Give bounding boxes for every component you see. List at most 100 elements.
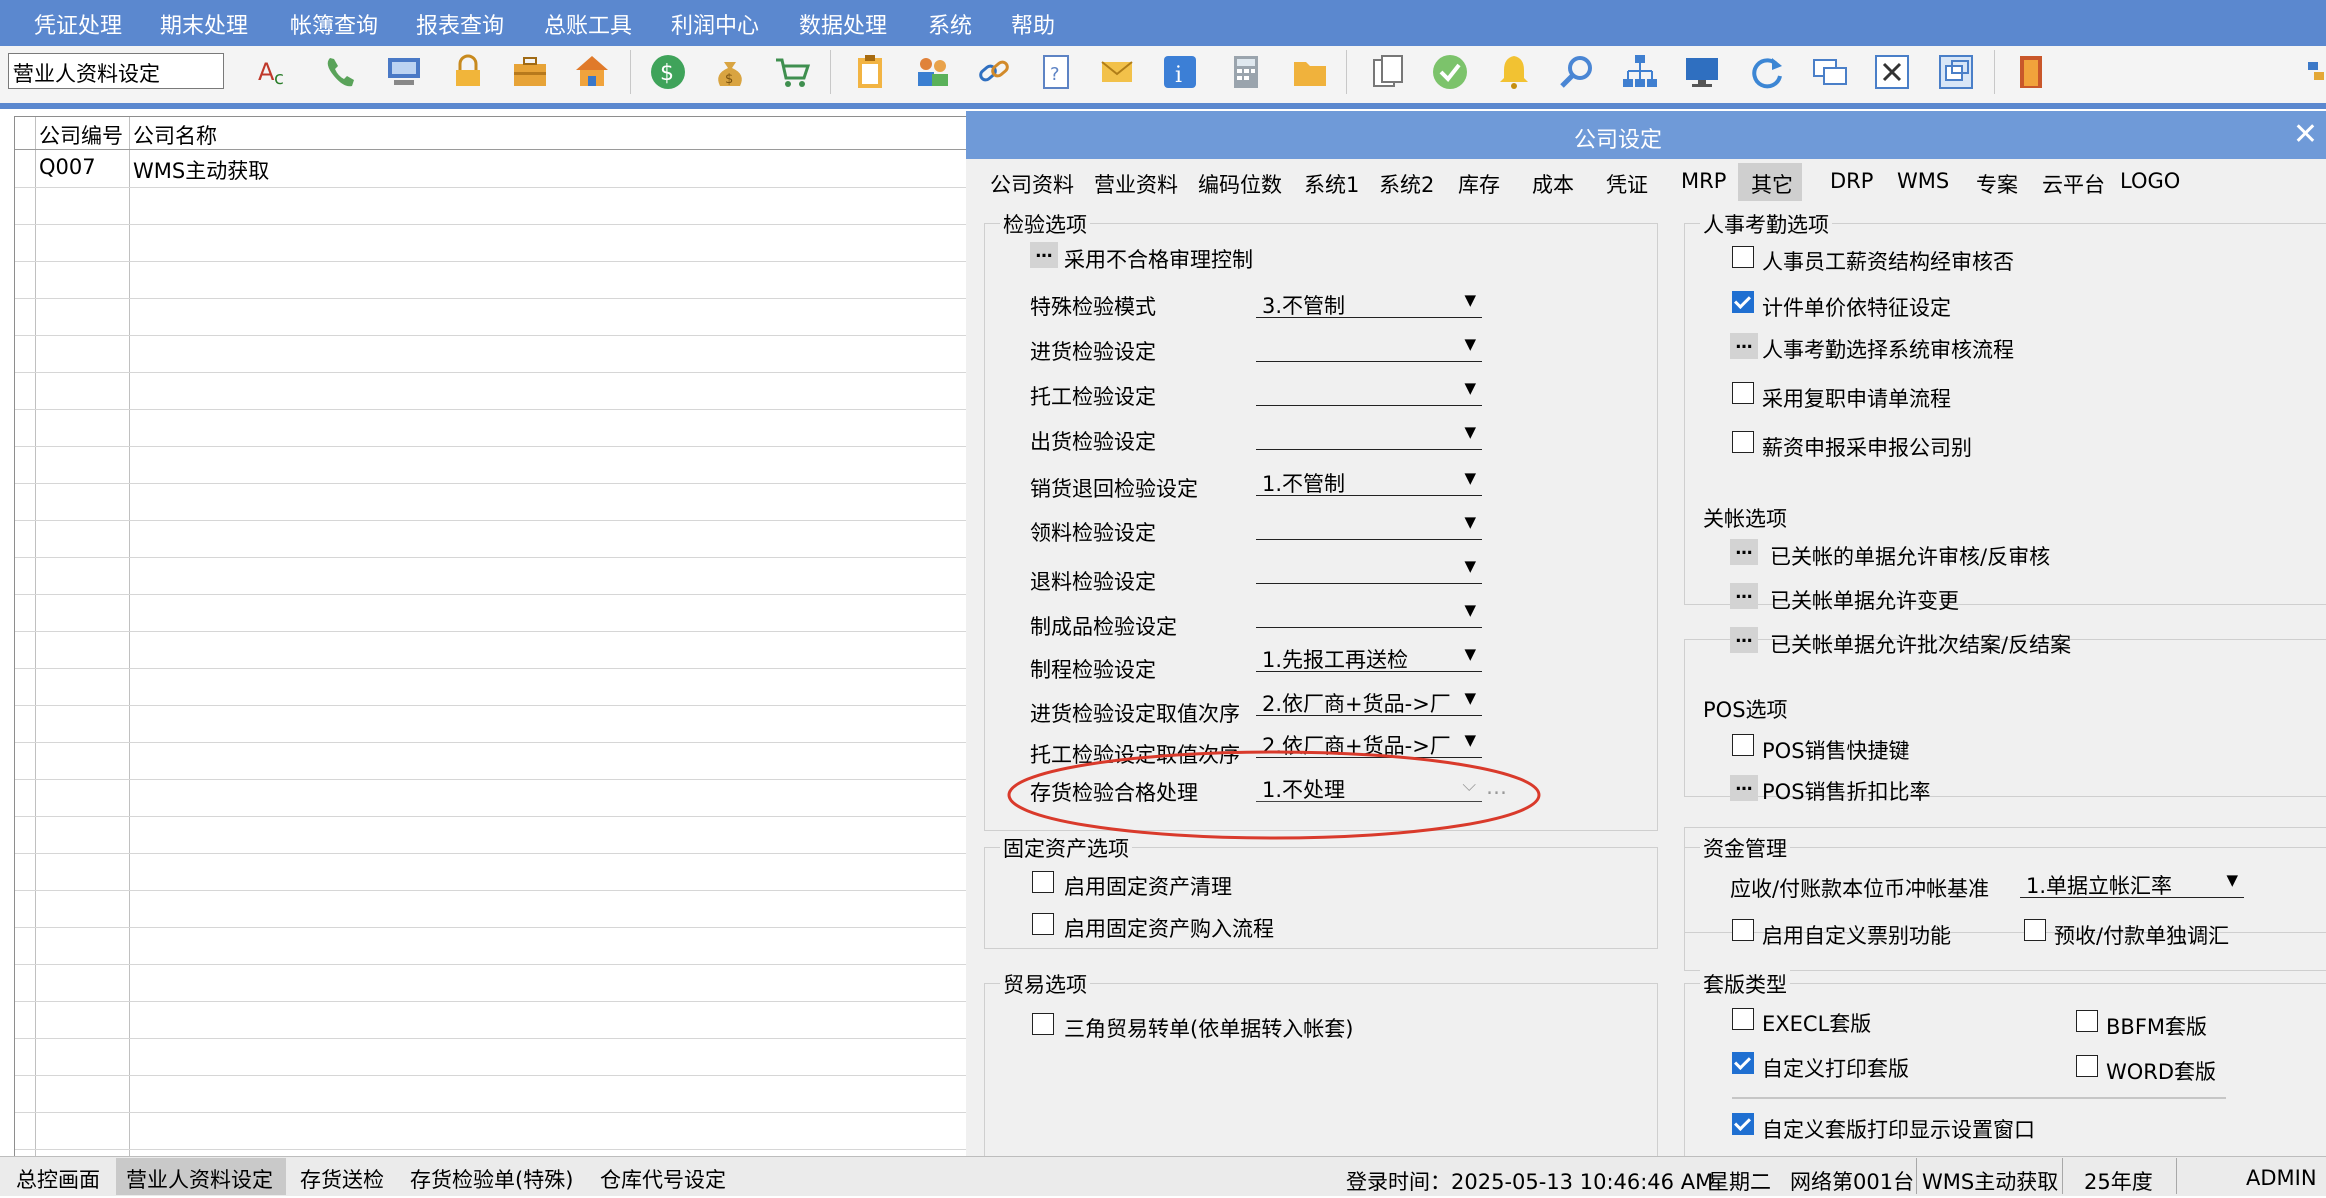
menu-profit-center[interactable]: 利润中心 [671, 8, 759, 40]
menu-help[interactable]: 帮助 [1011, 8, 1055, 40]
material-return-inspection-select[interactable]: ▼ [1256, 555, 1482, 584]
module-combo[interactable]: 营业人资料设定 ⌵ [8, 53, 224, 89]
more-button[interactable]: … [1730, 539, 1758, 565]
home-icon[interactable] [572, 52, 612, 92]
more-button[interactable]: … [1730, 333, 1758, 359]
monitor-icon[interactable] [1682, 52, 1722, 92]
phone-icon[interactable] [322, 52, 362, 92]
triangle-trade-checkbox[interactable] [1032, 1013, 1054, 1035]
word-template-checkbox[interactable] [2076, 1055, 2098, 1077]
help-doc-icon[interactable]: ? [1036, 52, 1076, 92]
close-icon[interactable]: ✕ [2293, 117, 2318, 152]
tab-drp[interactable]: DRP [1830, 169, 1873, 193]
tab-code-digits[interactable]: 编码位数 [1198, 169, 1282, 199]
spell-check-icon[interactable]: Ac [256, 52, 296, 92]
tab-system2[interactable]: 系统2 [1379, 169, 1434, 199]
offset-basis-select[interactable]: 1.单据立帐汇率 ▼ [2020, 869, 2244, 898]
pos-shortcut-checkbox[interactable] [1732, 734, 1754, 756]
grid-header-company-code[interactable]: 公司编号 [39, 120, 123, 150]
execl-template-checkbox[interactable] [1732, 1008, 1754, 1030]
status-tab-business-setup[interactable]: 营业人资料设定 [126, 1160, 273, 1198]
tab-other[interactable]: 其它 [1751, 169, 1793, 199]
check-circle-icon[interactable] [1430, 52, 1470, 92]
custom-print-dialog-checkbox[interactable] [1732, 1113, 1754, 1135]
process-inspection-select[interactable]: 1.先报工再送检 ▼ [1256, 643, 1482, 672]
tab-system1[interactable]: 系统1 [1304, 169, 1359, 199]
shipping-inspection-select[interactable]: ▼ [1256, 421, 1482, 450]
cart-icon[interactable] [772, 52, 812, 92]
bbfm-template-checkbox[interactable] [2076, 1010, 2098, 1032]
clipboard-icon[interactable] [850, 52, 890, 92]
finished-goods-inspection-select[interactable]: ▼ [1256, 599, 1482, 628]
tab-wms[interactable]: WMS [1897, 169, 1949, 193]
folder-icon[interactable] [1290, 52, 1330, 92]
tab-project[interactable]: 专案 [1976, 169, 2018, 199]
dialog-title-bar[interactable]: 公司设定 ✕ [966, 111, 2326, 159]
exit-door-icon[interactable] [2012, 52, 2052, 92]
row-company-code[interactable]: Q007 [39, 155, 96, 179]
outsource-inspection-select[interactable]: ▼ [1256, 377, 1482, 406]
menu-ledger[interactable]: 帐簿查询 [290, 8, 378, 40]
mail-icon[interactable] [1098, 52, 1138, 92]
salary-structure-review-checkbox[interactable] [1732, 246, 1754, 268]
link-icon[interactable] [974, 52, 1014, 92]
fixed-asset-purchase-checkbox[interactable] [1032, 913, 1054, 935]
chevron-down-icon[interactable]: ⌵ [13, 57, 217, 81]
calculator-icon[interactable] [1226, 52, 1266, 92]
info-icon[interactable]: i [1160, 52, 1200, 92]
dollar-coin-icon[interactable]: $ [648, 52, 688, 92]
windows-icon[interactable] [1810, 52, 1850, 92]
users-icon[interactable] [912, 52, 952, 92]
overflow-icon[interactable] [2300, 52, 2326, 92]
refresh-icon[interactable] [1746, 52, 1786, 92]
org-chart-icon[interactable] [1620, 52, 1660, 92]
menu-system[interactable]: 系统 [928, 8, 972, 40]
sales-return-inspection-select[interactable]: 1.不管制 ▼ [1256, 467, 1482, 496]
fixed-asset-purchase-label: 启用固定资产购入流程 [1064, 917, 1274, 941]
menu-data[interactable]: 数据处理 [799, 8, 887, 40]
menu-voucher[interactable]: 凭证处理 [34, 8, 122, 40]
salary-declare-company-checkbox[interactable] [1732, 431, 1754, 453]
tab-business-info[interactable]: 营业资料 [1094, 169, 1178, 199]
custom-print-template-checkbox[interactable] [1732, 1052, 1754, 1074]
menu-reports[interactable]: 报表查询 [416, 8, 504, 40]
money-bag-icon[interactable]: $ [710, 52, 750, 92]
tab-mrp[interactable]: MRP [1681, 169, 1726, 193]
fixed-asset-cleanup-checkbox[interactable] [1032, 871, 1054, 893]
grid-header-company-name[interactable]: 公司名称 [133, 120, 217, 150]
purchase-inspection-order-select[interactable]: 2.依厂商+货品->厂商代 ▼ [1256, 687, 1482, 716]
documents-icon[interactable] [1368, 52, 1408, 92]
menu-period-end[interactable]: 期末处理 [160, 8, 248, 40]
tab-voucher[interactable]: 凭证 [1606, 169, 1648, 199]
search-icon[interactable] [1558, 52, 1598, 92]
more-button[interactable]: … [1030, 242, 1058, 268]
special-inspection-mode-select[interactable]: 3.不管制 ▼ [1256, 289, 1482, 318]
status-tab-inventory-inspection[interactable]: 存货检验单(特殊) [410, 1160, 573, 1198]
status-tab-inventory-send[interactable]: 存货送检 [300, 1160, 384, 1198]
tab-cost[interactable]: 成本 [1532, 169, 1574, 199]
more-button[interactable]: … [1730, 775, 1758, 801]
restore-window-icon[interactable] [1936, 52, 1976, 92]
tab-inventory[interactable]: 库存 [1458, 169, 1500, 199]
material-issue-inspection-select[interactable]: ▼ [1256, 511, 1482, 540]
briefcase-icon[interactable] [510, 52, 550, 92]
computer-icon[interactable] [384, 52, 424, 92]
lock-icon[interactable] [448, 52, 488, 92]
menu-gl-tools[interactable]: 总账工具 [544, 8, 632, 40]
tab-logo[interactable]: LOGO [2120, 169, 2180, 193]
row-company-name[interactable]: WMS主动获取 [133, 155, 269, 185]
purchase-inspection-select[interactable]: ▼ [1256, 333, 1482, 362]
more-button[interactable]: … [1730, 583, 1758, 609]
more-button[interactable]: … [1730, 627, 1758, 653]
toolbar-divider [0, 103, 2326, 109]
status-tab-warehouse-code[interactable]: 仓库代号设定 [600, 1160, 726, 1198]
bell-icon[interactable] [1494, 52, 1534, 92]
status-tab-dashboard[interactable]: 总控画面 [16, 1160, 100, 1198]
tab-cloud[interactable]: 云平台 [2042, 169, 2105, 199]
custom-ticket-type-checkbox[interactable] [1732, 919, 1754, 941]
close-box-icon[interactable] [1872, 52, 1912, 92]
tab-company-info[interactable]: 公司资料 [990, 169, 1074, 199]
reinstatement-flow-checkbox[interactable] [1732, 382, 1754, 404]
prepay-exchange-adjust-checkbox[interactable] [2024, 919, 2046, 941]
piece-rate-feature-checkbox[interactable] [1732, 291, 1754, 313]
